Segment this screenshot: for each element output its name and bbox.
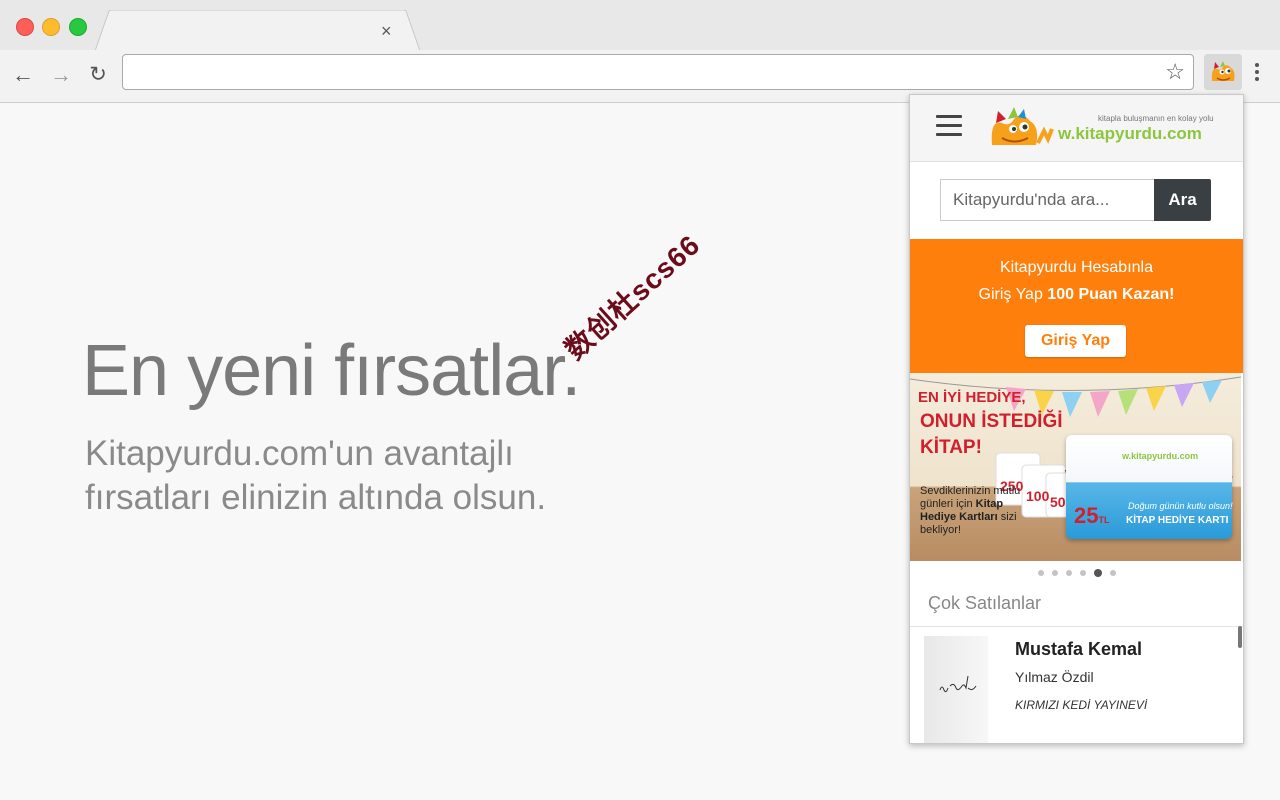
watermark-text: 数创杜scs66	[559, 228, 706, 366]
banner-heading-2: ONUN İSTEDİĞİ	[920, 411, 1063, 432]
banner-body-text: Sevdiklerinizin mutlu günleri için Kitap…	[920, 485, 1030, 537]
carousel-dot[interactable]	[1037, 570, 1044, 576]
page-title: En yeni fırsatlar.	[82, 331, 581, 411]
login-button[interactable]: Giriş Yap	[1025, 325, 1126, 357]
book-publisher: KIRMIZI KEDİ YAYINEVİ	[1015, 698, 1148, 712]
book-title: Mustafa Kemal	[1015, 639, 1143, 659]
gift-card-script: Doğum günün kutlu olsun!	[1128, 501, 1233, 511]
book-cover	[924, 636, 988, 743]
tab-strip: ×	[0, 0, 1280, 51]
logo-mascot-icon	[991, 107, 1054, 145]
carousel-dot[interactable]	[1065, 570, 1072, 576]
carousel-dot[interactable]	[1093, 569, 1102, 577]
search-button[interactable]: Ara	[1154, 179, 1211, 221]
extension-popup: kitapla buluşmanın en kolay yolu w.kitap…	[909, 94, 1244, 744]
banner-heading-3: KİTAP!	[920, 437, 982, 458]
search-input[interactable]	[940, 179, 1154, 221]
gift-card-amount: 25TL	[1074, 503, 1109, 529]
gift-card-banner[interactable]: 250 100 50 EN İYİ HEDİYE, ONUN İSTEDİĞİ …	[910, 373, 1241, 561]
back-arrow-icon[interactable]: ←	[10, 62, 36, 88]
kitapyurdu-mascot-icon	[1211, 61, 1235, 81]
gift-card-image: w.kitapyurdu.com Doğum günün kutlu olsun…	[1066, 435, 1233, 539]
signature-cover-art	[939, 675, 977, 693]
svg-text:50: 50	[1050, 494, 1066, 510]
gift-card-currency: TL	[1098, 515, 1110, 525]
carousel-dot[interactable]	[1079, 570, 1086, 576]
book-item[interactable]: Mustafa Kemal Yılmaz Özdil KIRMIZI KEDİ …	[924, 636, 1236, 743]
gift-card-label: KİTAP HEDİYE KARTI	[1126, 515, 1229, 526]
section-divider	[910, 626, 1243, 627]
reload-icon[interactable]: ↻	[85, 62, 111, 88]
banner-body-prefix: Sevdiklerinizin mutlu günleri için	[920, 485, 1021, 510]
promo-line-2-bold: 100 Puan Kazan!	[1047, 286, 1175, 303]
promo-line-1: Kitapyurdu Hesabınla	[1000, 259, 1153, 276]
kitapyurdu-logo[interactable]: kitapla buluşmanın en kolay yolu w.kitap…	[990, 105, 1230, 153]
bestsellers-title: Çok Satılanlar	[928, 593, 1042, 613]
search-form: Ara	[940, 179, 1212, 221]
maximize-window-button[interactable]	[69, 18, 87, 36]
page-subtitle: Kitapyurdu.com'un avantajlı fırsatları e…	[85, 434, 547, 517]
banner-heading-1: EN İYİ HEDİYE,	[918, 389, 1026, 406]
carousel-dot[interactable]	[1051, 570, 1058, 576]
gift-card-amount-value: 25	[1074, 503, 1099, 528]
popup-scrollbar[interactable]	[1238, 626, 1242, 648]
book-author: Yılmaz Özdil	[1015, 669, 1094, 685]
promo-line-2-prefix: Giriş Yap	[978, 286, 1048, 303]
gift-card-logo: w.kitapyurdu.com	[1122, 451, 1199, 461]
carousel-dot[interactable]	[1109, 570, 1116, 576]
logo-text: w.kitapyurdu.com	[1058, 124, 1202, 143]
close-window-button[interactable]	[16, 18, 34, 36]
login-promo-banner: Kitapyurdu Hesabınla Giriş Yap 100 Puan …	[910, 239, 1243, 373]
promo-line-2: Giriş Yap 100 Puan Kazan!	[910, 286, 1243, 304]
bookmark-star-icon[interactable]: ☆	[1165, 60, 1185, 84]
address-bar[interactable]: ☆	[122, 54, 1194, 90]
tab-close-icon[interactable]: ×	[381, 22, 392, 40]
browser-menu-icon[interactable]	[1252, 63, 1262, 85]
tab-shape	[95, 10, 420, 51]
browser-tab[interactable]: ×	[95, 10, 420, 51]
forward-arrow-icon[interactable]: →	[48, 62, 74, 88]
minimize-window-button[interactable]	[42, 18, 60, 36]
popup-header: kitapla buluşmanın en kolay yolu w.kitap…	[910, 95, 1243, 162]
address-input[interactable]	[133, 61, 1137, 85]
menu-hamburger-icon[interactable]	[936, 115, 962, 137]
kitapyurdu-extension-button[interactable]	[1204, 54, 1242, 90]
carousel-dots	[910, 569, 1243, 579]
logo-tagline: kitapla buluşmanın en kolay yolu	[1098, 114, 1214, 123]
